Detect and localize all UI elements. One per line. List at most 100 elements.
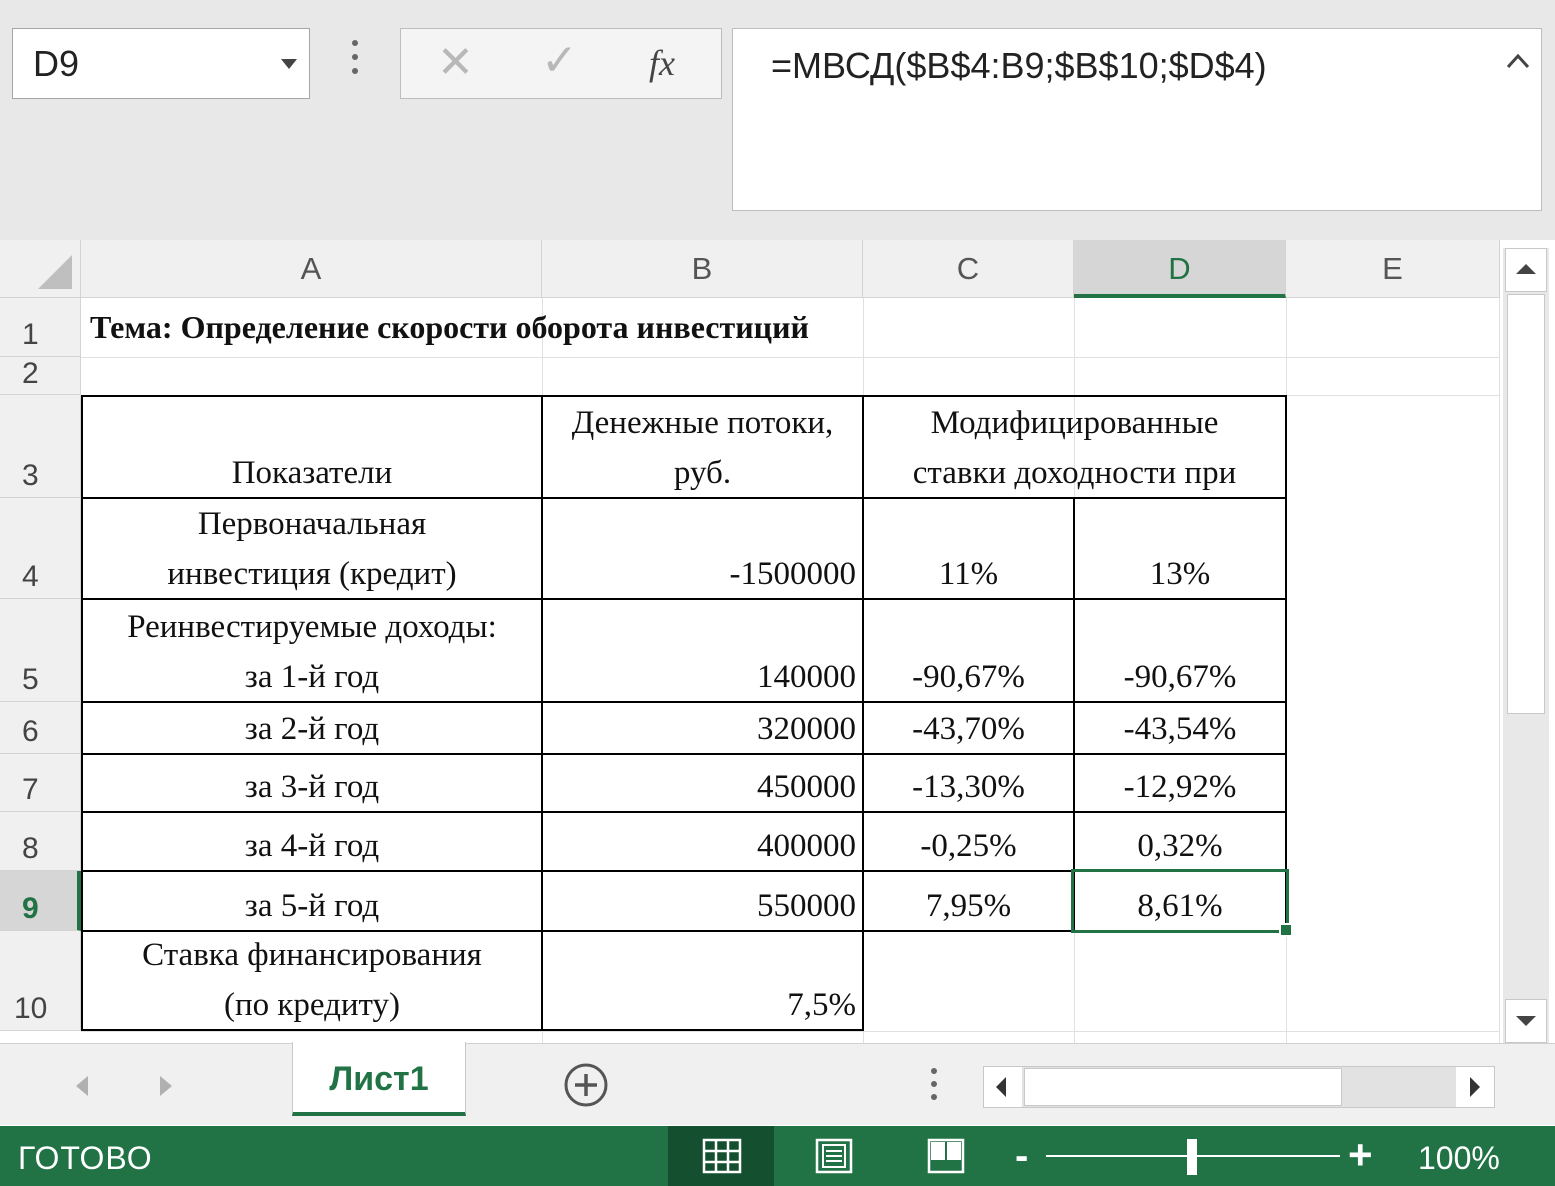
cell-a1[interactable]: Тема: Определение скорости оборота инвес… [90,302,1090,352]
cell-b8-value: 400000 [757,828,856,864]
cell-c3-line2: ставки доходности при [912,455,1237,491]
cell-b8[interactable]: 400000 [543,812,862,871]
formula-input[interactable]: =МВСД($B$4:B9;$B$10;$D$4) [732,28,1542,211]
cell-a6-text: за 2-й год [244,711,380,747]
vertical-scroll-thumb[interactable] [1507,294,1545,714]
zoom-out-button[interactable]: - [1015,1136,1028,1176]
cell-c8[interactable]: -0,25% [864,812,1073,871]
chevron-up-icon[interactable] [1505,51,1531,71]
cell-c6-value: -43,70% [912,711,1025,747]
fill-handle[interactable] [1279,923,1293,937]
cell-b5[interactable]: 140000 [543,599,862,702]
next-sheet-icon[interactable] [160,1076,172,1096]
horizontal-scroll-thumb[interactable] [1024,1068,1342,1106]
sheet-tab-list1[interactable]: Лист1 [292,1042,466,1116]
column-header-a[interactable]: A [81,240,542,298]
cell-a9[interactable]: за 5-й год [83,871,541,931]
arrow-up-icon [1516,264,1536,274]
vertical-ellipsis-icon[interactable] [929,1068,939,1108]
row-header-10[interactable]: 10 [0,931,81,1031]
cell-a5-line2: за 1-й год [244,659,380,695]
page-layout-view-button[interactable] [780,1126,886,1186]
cell-a8[interactable]: за 4-й год [83,812,541,871]
fx-icon[interactable]: fx [649,43,675,83]
zoom-slider-handle[interactable] [1187,1139,1197,1175]
select-all-corner[interactable] [0,240,81,298]
cell-a6[interactable]: за 2-й год [83,702,541,754]
zoom-in-button[interactable]: + [1348,1134,1373,1176]
chevron-down-icon[interactable] [281,59,297,69]
page-break-view-button[interactable] [892,1126,998,1186]
row-header-6[interactable]: 6 [0,702,81,754]
row-header-7[interactable]: 7 [0,754,81,812]
grid-icon [702,1138,742,1174]
cell-c3-line1: Модифицированные [930,405,1219,441]
name-box[interactable]: D9 [12,28,310,99]
column-header-b[interactable]: B [542,240,863,298]
cell-c7[interactable]: -13,30% [864,754,1073,812]
zoom-level[interactable]: 100% [1418,1140,1500,1177]
scroll-right-button[interactable] [1456,1067,1494,1107]
status-bar: ГОТОВО - + 100% [0,1126,1555,1186]
cell-d5[interactable]: -90,67% [1075,599,1285,702]
scroll-left-button[interactable] [984,1067,1022,1107]
row-header-2[interactable]: 2 [0,357,81,395]
cell-b7-value: 450000 [757,769,856,805]
normal-view-button[interactable] [668,1126,774,1186]
cell-d4[interactable]: 13% [1075,497,1285,599]
row-header-5[interactable]: 5 [0,599,81,702]
cell-a5[interactable]: Реинвестируемые доходы: за 1-й год [83,599,541,702]
cell-b3-line1: Денежные потоки, [571,405,834,441]
vertical-scrollbar[interactable] [1503,248,1549,1043]
cell-a7[interactable]: за 3-й год [83,754,541,812]
arrow-left-icon [996,1077,1006,1097]
row-header-3[interactable]: 3 [0,395,81,498]
column-header-e[interactable]: E [1286,240,1500,298]
prev-sheet-icon[interactable] [76,1076,88,1096]
row-header-9[interactable]: 9 [0,871,81,931]
cell-a4-line2: инвестиция (кредит) [167,556,457,592]
scroll-up-button[interactable] [1505,248,1547,292]
arrow-down-icon [1516,1016,1536,1026]
cell-d8[interactable]: 0,32% [1075,812,1285,871]
cell-a10-line2: (по кредиту) [223,987,401,1023]
cell-b9-value: 550000 [757,888,856,924]
cell-b6[interactable]: 320000 [543,702,862,754]
plus-circle-icon[interactable] [562,1061,610,1109]
cell-b4[interactable]: -1500000 [543,497,862,599]
active-cell-selection [1071,869,1289,933]
scroll-down-button[interactable] [1505,999,1547,1043]
cell-d6[interactable]: -43,54% [1075,702,1285,754]
vertical-ellipsis-icon[interactable] [345,40,365,84]
cell-c5[interactable]: -90,67% [864,599,1073,702]
cell-b10[interactable]: 7,5% [543,931,862,1030]
row-header-4[interactable]: 4 [0,498,81,599]
sheet-tab-bar: Лист1 [0,1042,1555,1125]
cell-b3-line2: руб. [673,455,732,491]
close-icon[interactable]: ✕ [437,41,474,85]
row-header-8[interactable]: 8 [0,812,81,871]
cell-c4[interactable]: 11% [864,497,1073,599]
cell-d7[interactable]: -12,92% [1075,754,1285,812]
cell-c9[interactable]: 7,95% [864,871,1073,931]
cell-b7[interactable]: 450000 [543,754,862,812]
cell-a4[interactable]: Первоначальная инвестиция (кредит) [83,497,541,599]
row-header-1[interactable]: 1 [0,298,81,357]
cell-a10[interactable]: Ставка финансирования (по кредиту) [83,931,541,1030]
cell-a10-line1: Ставка финансирования [142,937,482,973]
horizontal-scrollbar[interactable] [983,1066,1495,1108]
cell-a9-text: за 5-й год [244,888,380,924]
cell-b9[interactable]: 550000 [543,871,862,931]
cell-c3-merged[interactable]: Модифицированные ставки доходности при [864,395,1285,498]
column-header-c[interactable]: C [863,240,1074,298]
cell-c5-value: -90,67% [912,659,1025,695]
checkmark-icon[interactable]: ✓ [541,39,578,83]
spreadsheet-grid: A B C D E 1 2 3 4 5 6 7 8 9 10 Тема: Опр… [0,240,1500,1046]
cell-a3[interactable]: Показатели [83,395,541,498]
cell-b3[interactable]: Денежные потоки, руб. [543,395,862,498]
cell-c6[interactable]: -43,70% [864,702,1073,754]
cell-a8-text: за 4-й год [244,828,380,864]
column-header-d[interactable]: D [1074,240,1286,298]
cell-c9-value: 7,95% [925,888,1012,924]
cell-c8-value: -0,25% [920,828,1017,864]
